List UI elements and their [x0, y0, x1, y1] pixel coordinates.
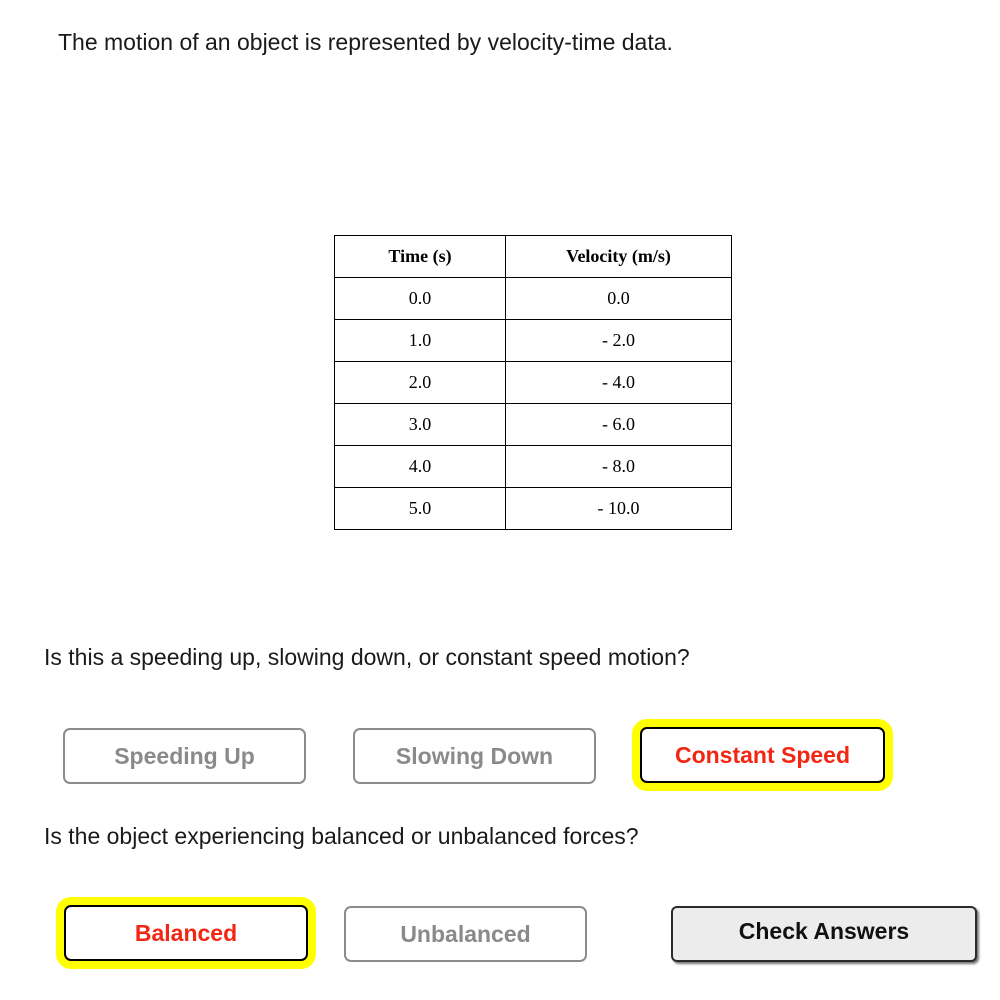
- table-row: 0.0 0.0: [334, 277, 732, 320]
- constant-speed-button[interactable]: Constant Speed: [640, 727, 885, 783]
- velocity-cell: - 6.0: [505, 403, 732, 446]
- time-cell: 2.0: [334, 361, 506, 404]
- intro-text: The motion of an object is represented b…: [58, 29, 673, 55]
- velocity-cell: - 4.0: [505, 361, 732, 404]
- table-row: 2.0 - 4.0: [334, 361, 732, 404]
- table-row: 1.0 - 2.0: [334, 319, 732, 362]
- table-row: 4.0 - 8.0: [334, 445, 732, 488]
- velocity-cell: 0.0: [505, 277, 732, 320]
- column-header-time: Time (s): [334, 235, 506, 278]
- time-cell: 4.0: [334, 445, 506, 488]
- time-cell: 1.0: [334, 319, 506, 362]
- velocity-cell: - 10.0: [505, 487, 732, 530]
- column-header-velocity: Velocity (m/s): [505, 235, 732, 278]
- balanced-button[interactable]: Balanced: [64, 905, 308, 961]
- time-cell: 3.0: [334, 403, 506, 446]
- speeding-up-button[interactable]: Speeding Up: [63, 728, 306, 784]
- table-row: 5.0 - 10.0: [334, 487, 732, 530]
- table-row: 3.0 - 6.0: [334, 403, 732, 446]
- unbalanced-button[interactable]: Unbalanced: [344, 906, 587, 962]
- velocity-cell: - 2.0: [505, 319, 732, 362]
- velocity-cell: - 8.0: [505, 445, 732, 488]
- check-answers-button[interactable]: Check Answers: [671, 906, 977, 962]
- question-forces: Is the object experiencing balanced or u…: [44, 823, 639, 849]
- time-cell: 5.0: [334, 487, 506, 530]
- question-motion-type: Is this a speeding up, slowing down, or …: [44, 644, 690, 670]
- slowing-down-button[interactable]: Slowing Down: [353, 728, 596, 784]
- velocity-time-table: Time (s) Velocity (m/s) 0.0 0.0 1.0 - 2.…: [334, 235, 732, 530]
- table-header-row: Time (s) Velocity (m/s): [334, 235, 732, 278]
- time-cell: 0.0: [334, 277, 506, 320]
